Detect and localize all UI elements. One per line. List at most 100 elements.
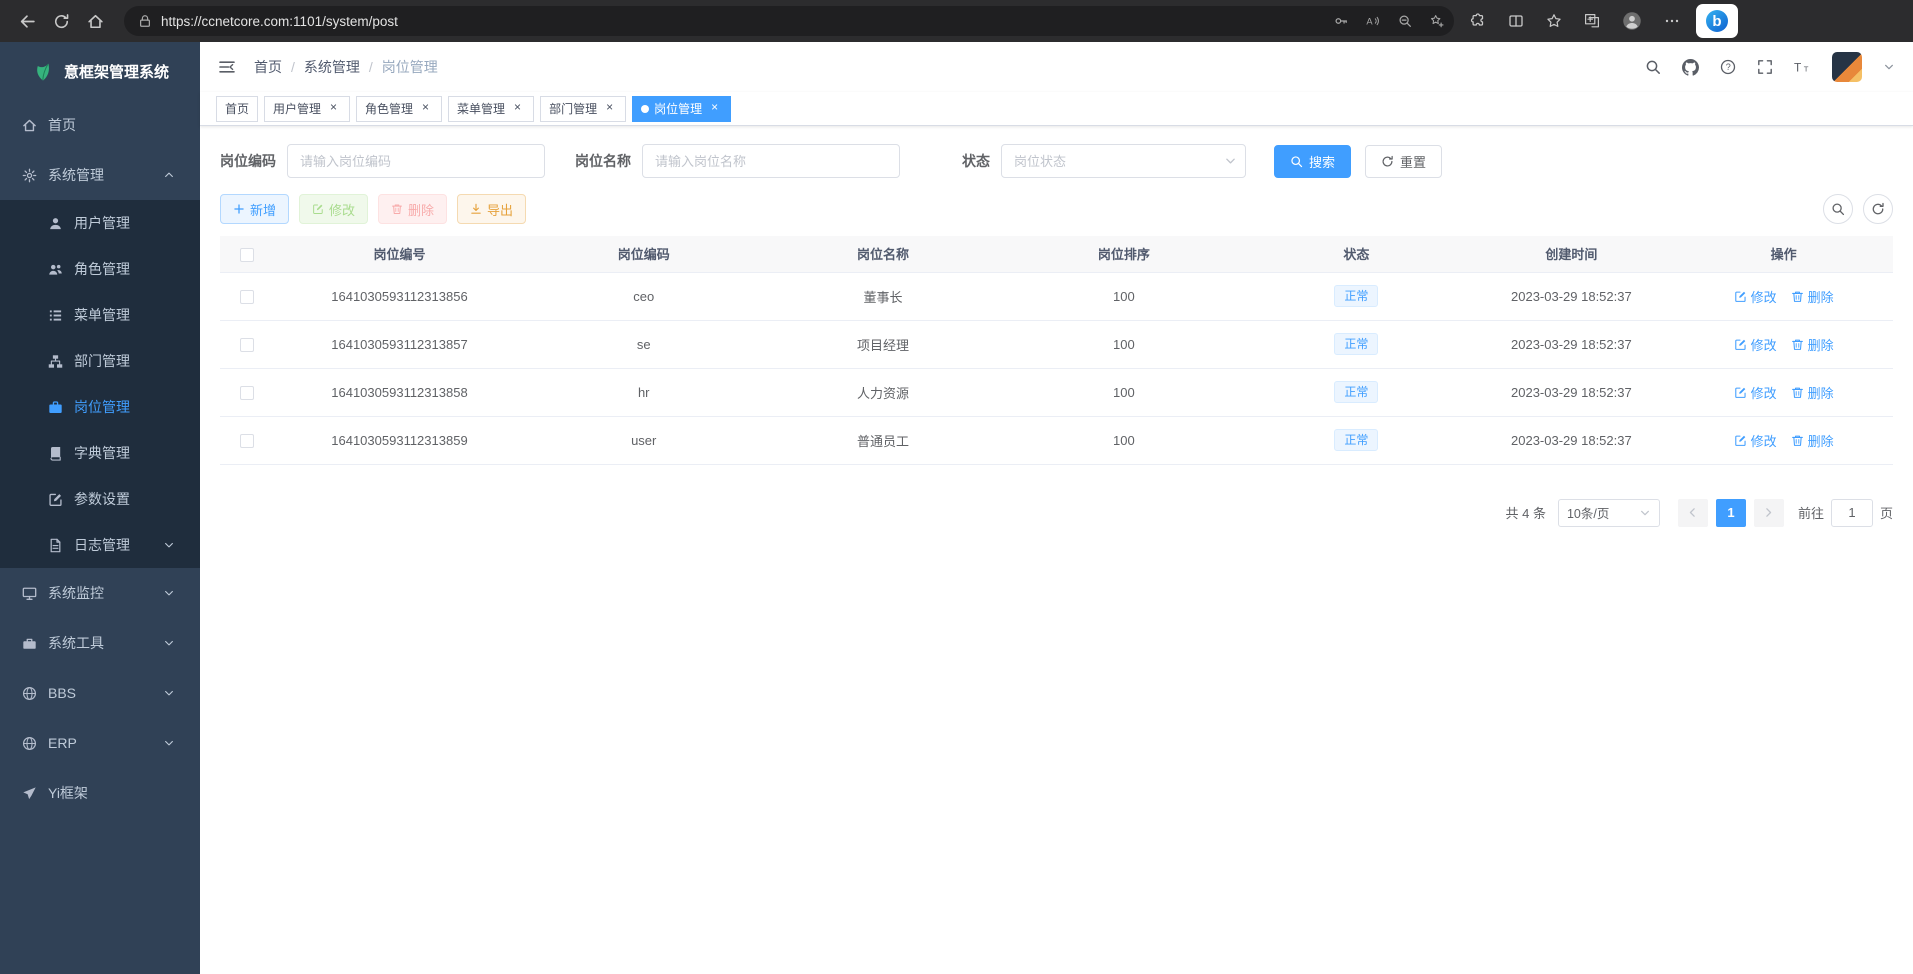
extensions-icon[interactable] [1470, 13, 1486, 29]
breadcrumb-item[interactable]: 系统管理 [304, 57, 360, 77]
search-button[interactable]: 搜索 [1274, 145, 1351, 178]
tab-home[interactable]: 首页 [216, 96, 258, 122]
chevron-down-icon [163, 587, 175, 599]
collections-icon[interactable] [1584, 13, 1600, 29]
prev-page-button[interactable] [1678, 499, 1708, 527]
sidebar-item-erp[interactable]: ERP [0, 718, 200, 768]
cell-post-name: 董事长 [763, 272, 1004, 320]
row-checkbox[interactable] [240, 434, 254, 448]
sidebar-item-param-settings[interactable]: 参数设置 [0, 476, 200, 522]
delete-button[interactable]: 删除 [378, 194, 447, 224]
sidebar-item-label: 字典管理 [74, 443, 130, 463]
post-name-input[interactable] [642, 144, 900, 178]
url-text: https://ccnetcore.com:1101/system/post [161, 14, 398, 29]
password-key-icon[interactable] [1334, 14, 1348, 28]
export-button[interactable]: 导出 [457, 194, 526, 224]
select-all-checkbox[interactable] [240, 248, 254, 262]
goto-page-input[interactable] [1831, 499, 1873, 527]
sidebar-item-system-tools[interactable]: 系统工具 [0, 618, 200, 668]
page-number-button[interactable]: 1 [1716, 499, 1746, 527]
sidebar-item-role-management[interactable]: 角色管理 [0, 246, 200, 292]
address-bar[interactable]: https://ccnetcore.com:1101/system/post A [124, 6, 1454, 36]
row-delete-button[interactable]: 删除 [1791, 431, 1834, 450]
app-header: 首页/系统管理/岗位管理 ? TT [200, 42, 1913, 92]
row-checkbox[interactable] [240, 290, 254, 304]
page-size-select[interactable]: 10条/页 [1558, 499, 1660, 527]
cell-created-time: 2023-03-29 18:52:37 [1468, 272, 1674, 320]
help-icon[interactable]: ? [1720, 59, 1736, 75]
reset-button[interactable]: 重置 [1365, 145, 1442, 178]
tab-dept-management[interactable]: 部门管理× [540, 96, 626, 122]
sidebar-item-dept-management[interactable]: 部门管理 [0, 338, 200, 384]
tab-user-management[interactable]: 用户管理× [264, 96, 350, 122]
sidebar-item-yi-framework[interactable]: Yi框架 [0, 768, 200, 818]
app-logo[interactable]: 意框架管理系统 [0, 42, 200, 100]
home-icon [22, 118, 37, 133]
page-content: 岗位编码 岗位名称 状态 搜索 重置 [200, 126, 1913, 974]
read-aloud-icon[interactable]: A [1366, 14, 1380, 28]
breadcrumb-item[interactable]: 首页 [254, 57, 282, 77]
globe-icon [22, 736, 37, 751]
add-button[interactable]: 新增 [220, 194, 289, 224]
sidebar-item-system-monitor[interactable]: 系统监控 [0, 568, 200, 618]
sidebar-item-label: 用户管理 [74, 213, 130, 233]
cell-post-id: 1641030593112313858 [274, 368, 525, 416]
close-icon[interactable]: × [602, 101, 617, 116]
svg-text:T: T [1794, 60, 1801, 74]
zoom-icon[interactable] [1398, 14, 1412, 28]
tab-role-management[interactable]: 角色管理 × [356, 96, 442, 122]
row-edit-button[interactable]: 修改 [1734, 335, 1777, 354]
chevron-down-icon [163, 737, 175, 749]
avatar-caret-icon[interactable] [1883, 61, 1895, 73]
sidebar-item-system-management[interactable]: 系统管理 [0, 150, 200, 200]
column-header: 创建时间 [1468, 236, 1674, 272]
row-checkbox[interactable] [240, 386, 254, 400]
sidebar-item-user-management[interactable]: 用户管理 [0, 200, 200, 246]
globe-icon [22, 686, 37, 701]
row-edit-button[interactable]: 修改 [1734, 383, 1777, 402]
browser-profile-avatar[interactable] [1622, 11, 1642, 31]
row-checkbox[interactable] [240, 338, 254, 352]
browser-home-button[interactable] [78, 5, 112, 37]
tab-post-management[interactable]: 岗位管理× [632, 96, 731, 122]
browser-refresh-button[interactable] [44, 5, 78, 37]
split-screen-icon[interactable] [1508, 13, 1524, 29]
edit-button[interactable]: 修改 [299, 194, 368, 224]
user-avatar[interactable] [1832, 52, 1862, 82]
browser-back-button[interactable] [10, 5, 44, 37]
tab-label: 角色管理 [365, 100, 413, 117]
sidebar-item-home[interactable]: 首页 [0, 100, 200, 150]
text-size-icon[interactable]: TT [1794, 59, 1811, 76]
toggle-search-button[interactable] [1823, 194, 1853, 224]
sidebar-item-dict-management[interactable]: 字典管理 [0, 430, 200, 476]
browser-menu-icon[interactable] [1664, 13, 1680, 29]
status-select[interactable] [1001, 144, 1246, 178]
header-search-icon[interactable] [1645, 59, 1661, 75]
post-code-input[interactable] [287, 144, 545, 178]
close-icon[interactable]: × [418, 101, 433, 116]
sidebar-item-log-management[interactable]: 日志管理 [0, 522, 200, 568]
sidebar-item-bbs[interactable]: BBS [0, 668, 200, 718]
sidebar-toggle[interactable] [218, 58, 236, 76]
edge-copilot-button[interactable]: b [1696, 4, 1738, 38]
refresh-table-button[interactable] [1863, 194, 1893, 224]
github-icon[interactable] [1682, 59, 1699, 76]
close-icon[interactable]: × [326, 101, 341, 116]
cell-post-sort: 100 [1003, 368, 1244, 416]
sidebar-item-post-management[interactable]: 岗位管理 [0, 384, 200, 430]
edit-pencil-icon [1734, 386, 1747, 399]
add-favorite-icon[interactable] [1430, 14, 1444, 28]
row-edit-button[interactable]: 修改 [1734, 287, 1777, 306]
next-page-button[interactable] [1754, 499, 1784, 527]
row-delete-button[interactable]: 删除 [1791, 335, 1834, 354]
sidebar-item-menu-management[interactable]: 菜单管理 [0, 292, 200, 338]
row-delete-button[interactable]: 删除 [1791, 287, 1834, 306]
fullscreen-icon[interactable] [1757, 59, 1773, 75]
close-icon[interactable]: × [510, 101, 525, 116]
row-delete-button[interactable]: 删除 [1791, 383, 1834, 402]
favorites-icon[interactable] [1546, 13, 1562, 29]
row-edit-button[interactable]: 修改 [1734, 431, 1777, 450]
close-icon[interactable]: × [707, 101, 722, 116]
tab-menu-management[interactable]: 菜单管理× [448, 96, 534, 122]
cell-post-code: se [525, 320, 763, 368]
